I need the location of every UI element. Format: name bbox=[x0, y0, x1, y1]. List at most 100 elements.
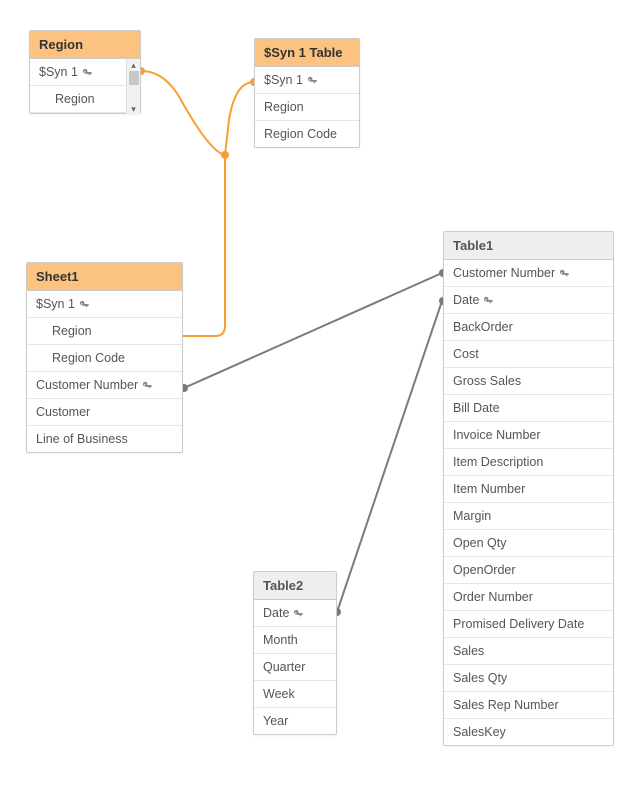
field-label: Line of Business bbox=[36, 432, 128, 446]
field-row[interactable]: Date bbox=[254, 600, 336, 627]
field-row[interactable]: Invoice Number bbox=[444, 422, 613, 449]
field-row[interactable]: Sales Qty bbox=[444, 665, 613, 692]
scroll-up-icon[interactable]: ▴ bbox=[131, 59, 136, 71]
field-label: Sales Rep Number bbox=[453, 698, 559, 712]
field-label: Margin bbox=[453, 509, 491, 523]
field-row[interactable]: Quarter bbox=[254, 654, 336, 681]
table-header[interactable]: Sheet1 bbox=[27, 263, 182, 291]
field-row[interactable]: Region bbox=[30, 86, 140, 113]
field-label: $Syn 1 bbox=[264, 73, 303, 87]
field-row[interactable]: Month bbox=[254, 627, 336, 654]
field-row[interactable]: OpenOrder bbox=[444, 557, 613, 584]
table-header[interactable]: $Syn 1 Table bbox=[255, 39, 359, 67]
field-label: Year bbox=[263, 714, 288, 728]
field-row[interactable]: Region bbox=[255, 94, 359, 121]
field-row[interactable]: Cost bbox=[444, 341, 613, 368]
field-row[interactable]: Year bbox=[254, 708, 336, 734]
field-row[interactable]: BackOrder bbox=[444, 314, 613, 341]
field-label: Month bbox=[263, 633, 298, 647]
field-row[interactable]: Region bbox=[27, 318, 182, 345]
field-label: Item Description bbox=[453, 455, 543, 469]
table-region[interactable]: Region$Syn 1Region▴▾ bbox=[29, 30, 141, 114]
table-fields: Customer Number Date BackOrder Cost Gross Sa… bbox=[444, 260, 613, 745]
table-sheet1[interactable]: Sheet1 $Syn 1 Region Region Code Customer Nu… bbox=[26, 262, 183, 453]
connector bbox=[141, 71, 225, 155]
field-label: Invoice Number bbox=[453, 428, 541, 442]
field-label: Date bbox=[453, 293, 479, 307]
field-label: Item Number bbox=[453, 482, 525, 496]
field-row[interactable]: Order Number bbox=[444, 584, 613, 611]
table-syn1[interactable]: $Syn 1 Table $Syn 1 Region Region Code bbox=[254, 38, 360, 148]
field-row[interactable]: Line of Business bbox=[27, 426, 182, 452]
table-table1[interactable]: Table1 Customer Number Date BackOrder Cost Gr… bbox=[443, 231, 614, 746]
table-header[interactable]: Table2 bbox=[254, 572, 336, 600]
key-icon bbox=[483, 295, 494, 306]
key-icon bbox=[293, 608, 304, 619]
field-row[interactable]: $Syn 1 bbox=[255, 67, 359, 94]
table-table2[interactable]: Table2 Date Month Quarter Week Year bbox=[253, 571, 337, 735]
key-icon bbox=[307, 75, 318, 86]
connector bbox=[225, 82, 254, 155]
field-row[interactable]: Customer Number bbox=[444, 260, 613, 287]
field-row[interactable]: Bill Date bbox=[444, 395, 613, 422]
field-label: Region Code bbox=[52, 351, 125, 365]
field-label: BackOrder bbox=[453, 320, 513, 334]
field-label: Customer Number bbox=[36, 378, 138, 392]
scrollbar[interactable]: ▴▾ bbox=[126, 59, 140, 115]
field-label: SalesKey bbox=[453, 725, 506, 739]
field-row[interactable]: $Syn 1 bbox=[30, 59, 140, 86]
field-label: Gross Sales bbox=[453, 374, 521, 388]
field-label: Sales Qty bbox=[453, 671, 507, 685]
table-fields: $Syn 1Region▴▾ bbox=[30, 59, 140, 113]
field-label: Order Number bbox=[453, 590, 533, 604]
scroll-thumb[interactable] bbox=[129, 71, 139, 85]
field-label: Region bbox=[264, 100, 304, 114]
field-row[interactable]: Margin bbox=[444, 503, 613, 530]
key-icon bbox=[142, 380, 153, 391]
connector bbox=[184, 273, 442, 388]
field-row[interactable]: Sales Rep Number bbox=[444, 692, 613, 719]
field-row[interactable]: $Syn 1 bbox=[27, 291, 182, 318]
table-fields: Date Month Quarter Week Year bbox=[254, 600, 336, 734]
table-header[interactable]: Region bbox=[30, 31, 140, 59]
field-row[interactable]: Item Number bbox=[444, 476, 613, 503]
field-row[interactable]: Customer Number bbox=[27, 372, 182, 399]
connector-node bbox=[221, 151, 229, 159]
key-icon bbox=[82, 67, 93, 78]
field-label: Region bbox=[55, 92, 95, 106]
field-row[interactable]: Date bbox=[444, 287, 613, 314]
field-row[interactable]: Sales bbox=[444, 638, 613, 665]
table-header[interactable]: Table1 bbox=[444, 232, 613, 260]
field-row[interactable]: Region Code bbox=[255, 121, 359, 147]
connector bbox=[183, 155, 225, 336]
field-row[interactable]: Customer bbox=[27, 399, 182, 426]
field-label: Bill Date bbox=[453, 401, 500, 415]
field-row[interactable]: Open Qty bbox=[444, 530, 613, 557]
key-icon bbox=[79, 299, 90, 310]
field-row[interactable]: Item Description bbox=[444, 449, 613, 476]
field-row[interactable]: SalesKey bbox=[444, 719, 613, 745]
scroll-down-icon[interactable]: ▾ bbox=[131, 103, 136, 115]
table-fields: $Syn 1 Region Region Code Customer Number Cu… bbox=[27, 291, 182, 452]
field-row[interactable]: Week bbox=[254, 681, 336, 708]
field-label: Customer bbox=[36, 405, 90, 419]
field-label: Region Code bbox=[264, 127, 337, 141]
field-row[interactable]: Region Code bbox=[27, 345, 182, 372]
field-label: Promised Delivery Date bbox=[453, 617, 584, 631]
connector bbox=[337, 301, 442, 612]
field-label: Week bbox=[263, 687, 295, 701]
field-label: Sales bbox=[453, 644, 484, 658]
field-row[interactable]: Promised Delivery Date bbox=[444, 611, 613, 638]
field-label: Customer Number bbox=[453, 266, 555, 280]
field-label: Region bbox=[52, 324, 92, 338]
field-row[interactable]: Gross Sales bbox=[444, 368, 613, 395]
field-label: $Syn 1 bbox=[36, 297, 75, 311]
field-label: Open Qty bbox=[453, 536, 507, 550]
field-label: $Syn 1 bbox=[39, 65, 78, 79]
field-label: OpenOrder bbox=[453, 563, 516, 577]
table-fields: $Syn 1 Region Region Code bbox=[255, 67, 359, 147]
field-label: Date bbox=[263, 606, 289, 620]
key-icon bbox=[559, 268, 570, 279]
field-label: Cost bbox=[453, 347, 479, 361]
field-label: Quarter bbox=[263, 660, 305, 674]
